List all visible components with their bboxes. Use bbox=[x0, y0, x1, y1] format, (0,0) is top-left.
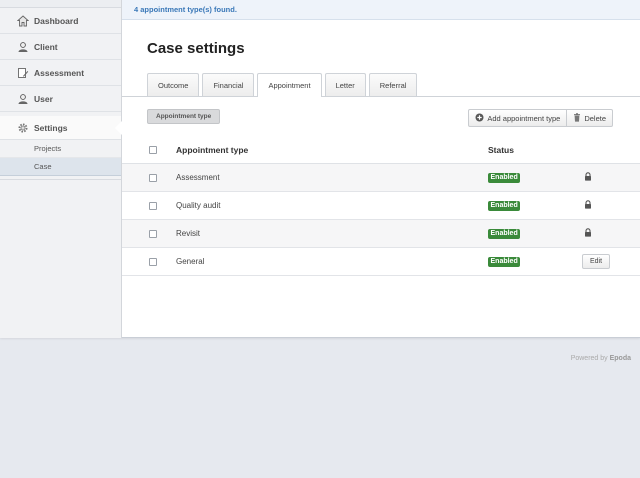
row-checkbox[interactable] bbox=[149, 229, 157, 238]
tab-financial[interactable]: Financial bbox=[202, 73, 255, 96]
status-badge: Enabled bbox=[488, 256, 521, 267]
footer-brand-link[interactable]: Epoda bbox=[610, 355, 631, 362]
column-header-name[interactable]: Appointment type bbox=[176, 145, 488, 155]
row-checkbox[interactable] bbox=[149, 201, 157, 210]
status-badge: Enabled bbox=[488, 172, 521, 183]
appointment-types-table: Appointment type Status Assessment Enabl… bbox=[122, 137, 640, 276]
row-checkbox[interactable] bbox=[149, 257, 157, 266]
table-row[interactable]: Revisit Enabled bbox=[122, 220, 640, 248]
home-icon bbox=[17, 14, 29, 27]
sidebar-item-client[interactable]: Client bbox=[0, 34, 121, 60]
sidebar-subitem-projects[interactable]: Projects bbox=[0, 140, 121, 158]
row-name: General bbox=[176, 257, 205, 266]
user-icon bbox=[17, 93, 29, 105]
gear-icon bbox=[17, 122, 29, 134]
add-button-label: Add appointment type bbox=[487, 113, 561, 123]
row-name: Revisit bbox=[176, 229, 201, 238]
filter-chip[interactable]: Appointment type bbox=[147, 109, 221, 124]
table-row[interactable]: Quality audit Enabled bbox=[122, 192, 640, 220]
trash-icon bbox=[573, 112, 581, 124]
lock-icon bbox=[584, 172, 592, 183]
footer: Powered by Epoda bbox=[571, 355, 631, 362]
notice-bar: 4 appointment type(s) found. bbox=[122, 0, 640, 20]
row-name: Quality audit bbox=[176, 201, 221, 210]
column-header-status[interactable]: Status bbox=[488, 145, 582, 155]
tab-outcome[interactable]: Outcome bbox=[147, 73, 200, 96]
sidebar-item-label: User bbox=[34, 93, 53, 104]
status-badge: Enabled bbox=[488, 200, 521, 211]
table-row[interactable]: General Enabled Edit bbox=[122, 248, 640, 276]
tab-appointment[interactable]: Appointment bbox=[257, 73, 322, 97]
sidebar: Dashboard Client Assessment User Setting… bbox=[0, 0, 122, 338]
sidebar-bottom-edge bbox=[0, 176, 121, 180]
sidebar-item-assessment[interactable]: Assessment bbox=[0, 60, 121, 86]
user-icon bbox=[17, 41, 29, 53]
delete-button[interactable]: Delete bbox=[567, 109, 613, 127]
edit-button[interactable]: Edit bbox=[582, 254, 611, 269]
footer-prefix: Powered by bbox=[570, 355, 608, 362]
select-all-checkbox[interactable] bbox=[149, 146, 157, 154]
lock-icon bbox=[584, 200, 592, 211]
page-title: Case settings bbox=[147, 40, 245, 57]
sidebar-subitem-label: Projects bbox=[34, 144, 62, 153]
main-content: 4 appointment type(s) found. Case settin… bbox=[122, 0, 640, 338]
sidebar-item-dashboard[interactable]: Dashboard bbox=[0, 8, 121, 34]
lock-icon bbox=[584, 228, 592, 239]
delete-button-label: Delete bbox=[584, 113, 606, 123]
row-checkbox[interactable] bbox=[149, 173, 157, 182]
sidebar-item-label: Dashboard bbox=[34, 15, 79, 26]
document-edit-icon bbox=[17, 67, 29, 79]
table-row[interactable]: Assessment Enabled bbox=[122, 164, 640, 192]
status-badge: Enabled bbox=[488, 228, 521, 239]
notice-text: 4 appointment type(s) found. bbox=[134, 5, 237, 14]
tab-bar: Outcome Financial Appointment Letter Ref… bbox=[147, 73, 418, 97]
toolbar: Add appointment type Delete bbox=[468, 109, 613, 127]
sidebar-item-label: Client bbox=[34, 41, 58, 52]
tab-letter[interactable]: Letter bbox=[324, 73, 366, 96]
sidebar-item-label: Settings bbox=[34, 122, 68, 133]
plus-circle-icon bbox=[475, 113, 484, 124]
table-header: Appointment type Status bbox=[122, 137, 640, 164]
tab-divider bbox=[122, 96, 640, 97]
app-window: Dashboard Client Assessment User Setting… bbox=[0, 0, 640, 338]
sidebar-top-edge bbox=[0, 0, 121, 8]
add-appointment-type-button[interactable]: Add appointment type bbox=[468, 109, 568, 127]
sidebar-item-settings[interactable]: Settings bbox=[0, 116, 122, 140]
tab-referral[interactable]: Referral bbox=[368, 73, 418, 96]
row-name: Assessment bbox=[176, 173, 220, 182]
sidebar-item-user[interactable]: User bbox=[0, 86, 121, 112]
sidebar-subitem-case[interactable]: Case bbox=[0, 158, 121, 176]
sidebar-subitem-label: Case bbox=[34, 162, 52, 171]
sidebar-item-label: Assessment bbox=[34, 67, 85, 78]
